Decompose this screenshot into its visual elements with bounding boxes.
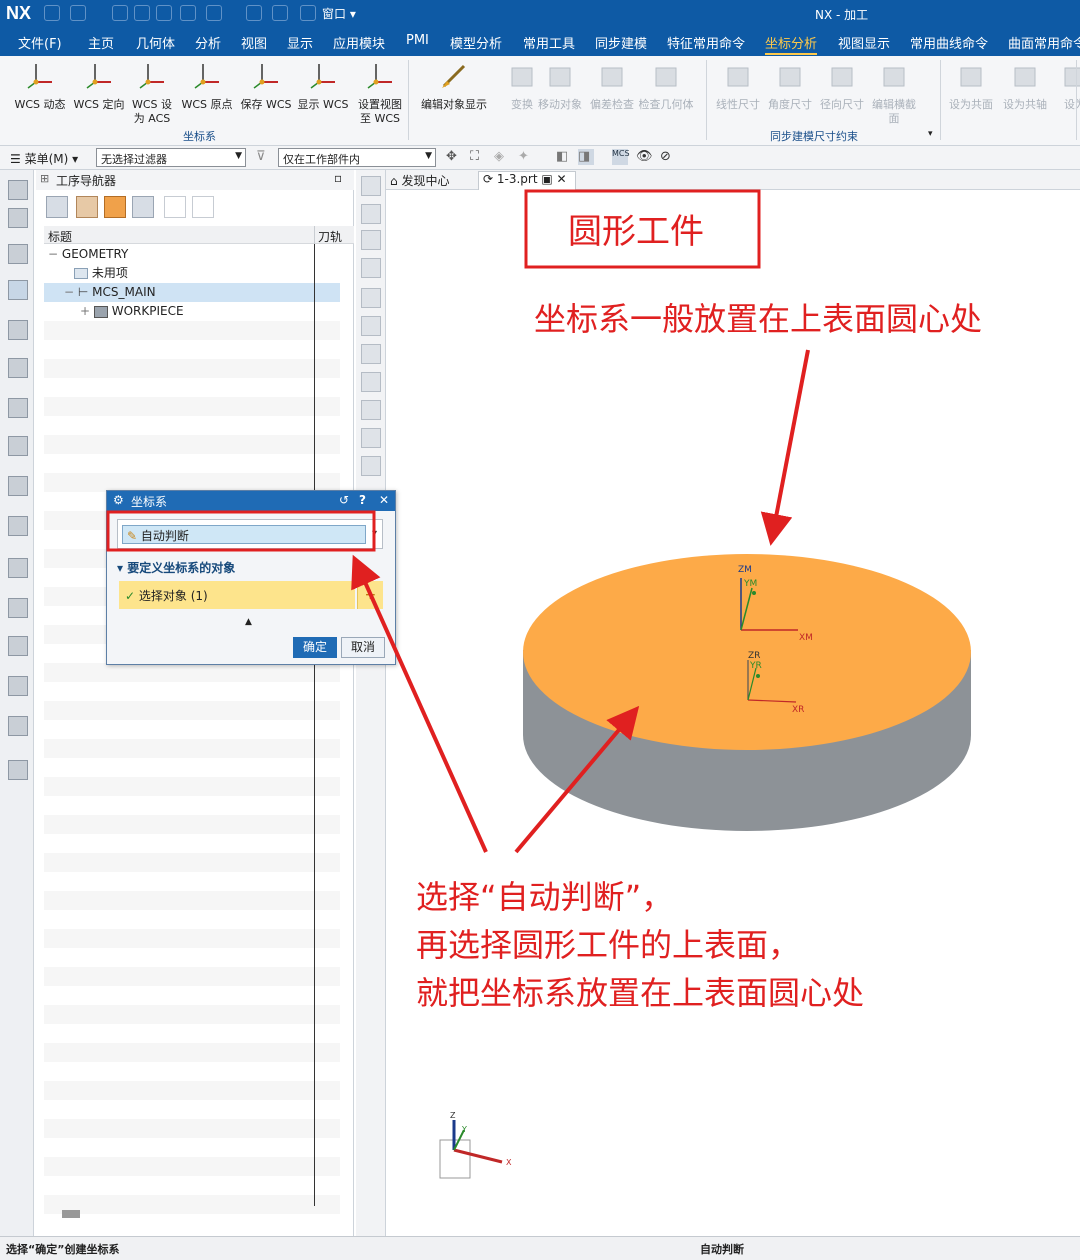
arrow-to-center	[760, 349, 810, 546]
status-bar: 选择“确定”创建坐标系 自动判断	[0, 1236, 1080, 1260]
annotation-line-3: 就把坐标系放置在上表面圆心处	[416, 974, 865, 1012]
status-prompt: 选择“确定”创建坐标系	[6, 1243, 120, 1256]
annotation-note-top: 坐标系一般放置在上表面圆心处	[534, 300, 983, 338]
arrow-to-dropdown	[351, 554, 488, 853]
annotation-line-2: 再选择圆形工件的上表面，	[416, 926, 801, 964]
annotation-line-1: 选择“自动判断”，	[416, 878, 674, 916]
annotation-title: 圆形工件	[568, 212, 704, 252]
arrow-to-top-face	[514, 705, 640, 854]
dropdown-highlight-box	[106, 510, 376, 552]
annotation-arrows	[106, 189, 810, 854]
status-mode: 自动判断	[700, 1243, 744, 1256]
